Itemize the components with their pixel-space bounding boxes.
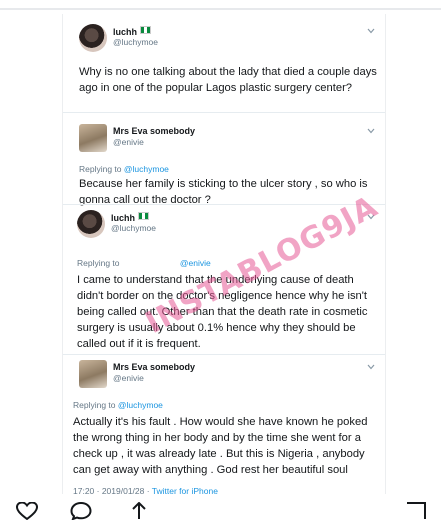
mention-link[interactable]: @luchymoe xyxy=(124,164,169,174)
timestamp[interactable]: 17:20 · 2019/01/28 · xyxy=(73,486,150,496)
replying-to: Replying to @luchymoe xyxy=(79,164,169,174)
bookmark-icon[interactable] xyxy=(405,502,427,525)
avatar[interactable] xyxy=(79,24,107,52)
display-name-text[interactable]: luchh xyxy=(113,27,137,37)
user-handle[interactable]: @enivie xyxy=(113,373,144,383)
tweet-thread: luchh @luchymoe Why is no one talking ab… xyxy=(62,14,386,496)
tweet-text: Why is no one talking about the lady tha… xyxy=(79,66,377,94)
user-handle[interactable]: @luchymoe xyxy=(111,223,156,233)
comment-icon[interactable] xyxy=(70,501,92,525)
user-handle[interactable]: @enivie xyxy=(113,137,144,147)
heart-icon[interactable] xyxy=(15,501,39,525)
mention-link[interactable]: @luchymoe xyxy=(118,400,163,410)
divider xyxy=(63,112,385,113)
display-name-text[interactable]: luchh xyxy=(111,213,135,223)
display-name[interactable]: Mrs Eva somebody xyxy=(113,362,195,372)
replying-to-label: Replying to xyxy=(77,258,120,268)
nigeria-flag-icon xyxy=(138,212,149,220)
chevron-down-icon[interactable] xyxy=(367,126,375,136)
replying-to: Replying to @luchymoe xyxy=(73,400,163,410)
chevron-down-icon[interactable] xyxy=(367,362,375,372)
tweet-meta: 17:20 · 2019/01/28 · Twitter for iPhone xyxy=(73,486,218,496)
display-name[interactable]: luchh xyxy=(113,26,151,37)
replying-to-label: Replying to xyxy=(79,164,122,174)
share-icon[interactable] xyxy=(128,501,150,525)
display-name[interactable]: Mrs Eva somebody xyxy=(113,126,195,136)
divider xyxy=(63,354,385,355)
replying-to-label: Replying to xyxy=(73,400,116,410)
top-divider xyxy=(0,8,441,10)
chevron-down-icon[interactable] xyxy=(367,26,375,36)
tweet-text: Actually it's his fault . How would she … xyxy=(73,416,368,476)
tweet-source[interactable]: Twitter for iPhone xyxy=(152,486,218,496)
avatar[interactable] xyxy=(79,124,107,152)
avatar[interactable] xyxy=(77,210,105,238)
user-handle[interactable]: @luchymoe xyxy=(113,37,158,47)
display-name[interactable]: luchh xyxy=(111,212,149,223)
mention-link[interactable]: @enivie xyxy=(180,258,211,268)
avatar[interactable] xyxy=(79,360,107,388)
nigeria-flag-icon xyxy=(140,26,151,34)
replying-to: Replying to @enivie xyxy=(77,258,211,268)
